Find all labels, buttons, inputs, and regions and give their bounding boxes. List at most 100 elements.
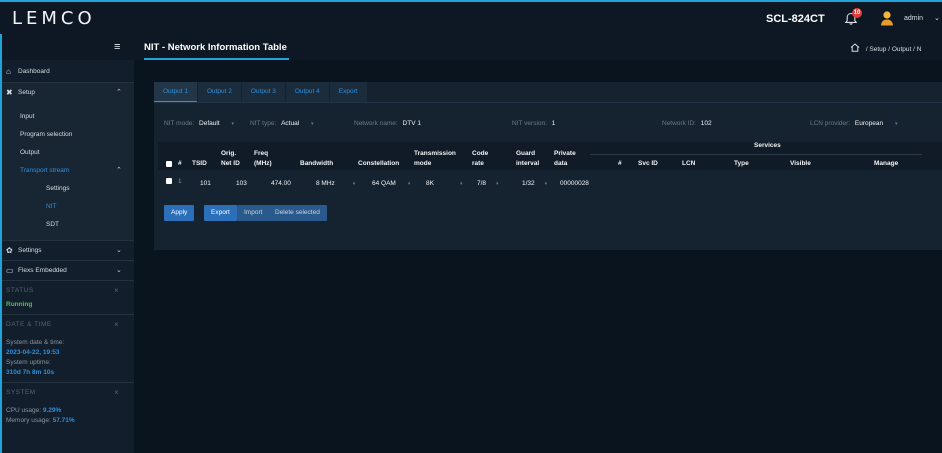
- header-line: mode: [414, 160, 432, 167]
- col-manage: Manage: [874, 160, 899, 167]
- network-id-field[interactable]: Network ID: 102: [662, 120, 712, 127]
- chevron-down-icon: ▾: [894, 121, 898, 127]
- network-name-input[interactable]: DTV 1: [403, 120, 421, 127]
- tab-output-2[interactable]: Output 2: [197, 82, 241, 102]
- services-title: Services: [754, 142, 781, 149]
- close-icon[interactable]: ×: [114, 315, 119, 335]
- field-label: NIT mode:: [164, 120, 195, 127]
- logo: LEMCO: [12, 8, 96, 29]
- top-bar: LEMCO SCL-824CT 10 admin ⌄: [0, 2, 942, 34]
- lcn-provider-select[interactable]: European: [855, 120, 883, 127]
- user-name[interactable]: admin: [904, 15, 923, 22]
- nit-version-field[interactable]: NIT version: 1: [512, 120, 555, 127]
- col-orig-net-id: Orig. Net ID: [221, 149, 240, 169]
- nit-type-select[interactable]: Actual: [281, 120, 299, 127]
- chevron-down-icon: ▾: [544, 181, 548, 187]
- nit-version-input[interactable]: 1: [552, 120, 556, 127]
- header-line: Code: [472, 150, 489, 157]
- system-section-header: SYSTEM ×: [2, 382, 134, 402]
- network-id-input[interactable]: 102: [701, 120, 712, 127]
- sidebar: ≡ ⌂ Dashboard ✖ Setup ⌃ Input Program se…: [2, 34, 134, 453]
- lcn-provider-field[interactable]: LCN provider: European ▾: [810, 120, 897, 127]
- close-icon[interactable]: ×: [114, 281, 119, 301]
- sidebar-item-nit[interactable]: NIT: [2, 198, 134, 216]
- nit-mode-select[interactable]: Default: [199, 120, 220, 127]
- close-icon[interactable]: ×: [114, 383, 119, 403]
- sidebar-item-dashboard[interactable]: ⌂ Dashboard: [2, 62, 134, 82]
- network-name-field[interactable]: Network name: DTV 1: [354, 120, 421, 127]
- field-label: Network ID:: [662, 120, 696, 127]
- col-transmission-mode: Transmission mode: [414, 149, 456, 169]
- section-title: SYSTEM: [6, 389, 36, 396]
- tab-output-4[interactable]: Output 4: [285, 82, 329, 102]
- home-icon[interactable]: [850, 43, 860, 52]
- uptime-label: System uptime:: [6, 359, 51, 366]
- nit-mode-field[interactable]: NIT mode: Default ▾: [164, 120, 234, 127]
- cpu-usage: CPU usage: 9.29%: [2, 406, 134, 416]
- header-line: Freq: [254, 150, 269, 157]
- header-line: (MHz): [254, 160, 272, 167]
- datetime-section-header: DATE & TIME ×: [2, 314, 134, 334]
- cell-tsid[interactable]: 101: [200, 180, 211, 187]
- sidebar-item-setup[interactable]: ✖ Setup ⌃: [2, 82, 134, 102]
- cell-num: 1: [178, 178, 182, 185]
- sidebar-item-flexs-embedded[interactable]: ▭ Flexs Embedded ⌄: [2, 260, 134, 280]
- header-line: data: [554, 160, 568, 167]
- sidebar-item-label: Settings: [18, 247, 42, 254]
- sidebar-item-settings[interactable]: ✿ Settings ⌄: [2, 240, 134, 260]
- system-date-value: 2023-04-22, 19:53: [6, 349, 60, 356]
- row-checkbox[interactable]: [166, 178, 172, 184]
- sidebar-item-ts-settings[interactable]: Settings: [2, 180, 134, 198]
- cell-orig-net-id[interactable]: 103: [236, 180, 247, 187]
- cell-transmission-mode[interactable]: 8K ▾: [426, 180, 462, 187]
- title-bar: NIT - Network Information Table / Setup …: [134, 34, 942, 60]
- tab-divider: [154, 102, 942, 103]
- cell-freq[interactable]: 474.00: [271, 180, 291, 187]
- sidebar-item-label: Flexs Embedded: [18, 267, 67, 274]
- header-line: Transmission: [414, 150, 456, 157]
- cell-constellation[interactable]: 64 QAM ▾: [372, 180, 410, 187]
- sidebar-item-input[interactable]: Input: [2, 108, 134, 126]
- tab-export[interactable]: Export: [329, 82, 367, 102]
- cell-code-rate[interactable]: 7/8 ▾: [477, 180, 499, 187]
- cell-guard-interval[interactable]: 1/32 ▾: [522, 180, 547, 187]
- cell-private-data[interactable]: 00000028: [560, 180, 589, 187]
- nit-type-field[interactable]: NIT type: Actual ▾: [250, 120, 313, 127]
- cpu-value: 9.29%: [42, 407, 62, 414]
- sidebar-item-sdt[interactable]: SDT: [2, 216, 134, 234]
- col-private-data: Private data: [554, 149, 576, 169]
- export-button[interactable]: Export: [204, 205, 237, 221]
- chevron-down-icon: ▾: [231, 121, 234, 127]
- apply-button[interactable]: Apply: [164, 205, 195, 221]
- breadcrumb-path[interactable]: / Setup / Output / N: [866, 46, 922, 53]
- chevron-down-icon: ▾: [310, 121, 314, 127]
- chevron-down-icon: ▾: [352, 181, 356, 187]
- col-num: #: [178, 160, 182, 167]
- chevron-down-icon: ⌄: [116, 267, 122, 274]
- import-button[interactable]: Import: [237, 205, 270, 221]
- tab-output-1[interactable]: Output 1: [154, 82, 197, 102]
- notification-badge: 10: [852, 8, 862, 18]
- monitor-icon: ▭: [6, 266, 14, 275]
- sidebar-item-program-selection[interactable]: Program selection: [2, 126, 134, 144]
- header-line: Private: [554, 150, 576, 157]
- hamburger-menu-icon[interactable]: ≡: [114, 41, 120, 53]
- cpu-label: CPU usage:: [6, 407, 42, 414]
- chevron-down-icon[interactable]: ⌄: [934, 14, 940, 22]
- delete-selected-button[interactable]: Delete selected: [268, 205, 327, 221]
- tab-output-3[interactable]: Output 3: [241, 82, 285, 102]
- memory-value: 57.71%: [52, 417, 75, 424]
- col-visible: Visible: [790, 160, 811, 167]
- section-title: STATUS: [6, 287, 34, 294]
- user-avatar-icon[interactable]: [880, 10, 894, 26]
- col-code-rate: Code rate: [472, 149, 488, 169]
- sidebar-item-label: Transport stream: [20, 167, 70, 174]
- home-icon: ⌂: [6, 67, 11, 76]
- field-label: NIT type:: [250, 120, 277, 127]
- cell-bandwidth[interactable]: 8 MHz ▾: [316, 180, 355, 187]
- status-value: Running: [6, 301, 33, 308]
- chevron-up-icon: ⌃: [116, 167, 122, 174]
- sidebar-item-output[interactable]: Output: [2, 144, 134, 162]
- sidebar-item-transport-stream[interactable]: Transport stream ⌃: [2, 162, 134, 180]
- select-all-checkbox[interactable]: [166, 161, 172, 167]
